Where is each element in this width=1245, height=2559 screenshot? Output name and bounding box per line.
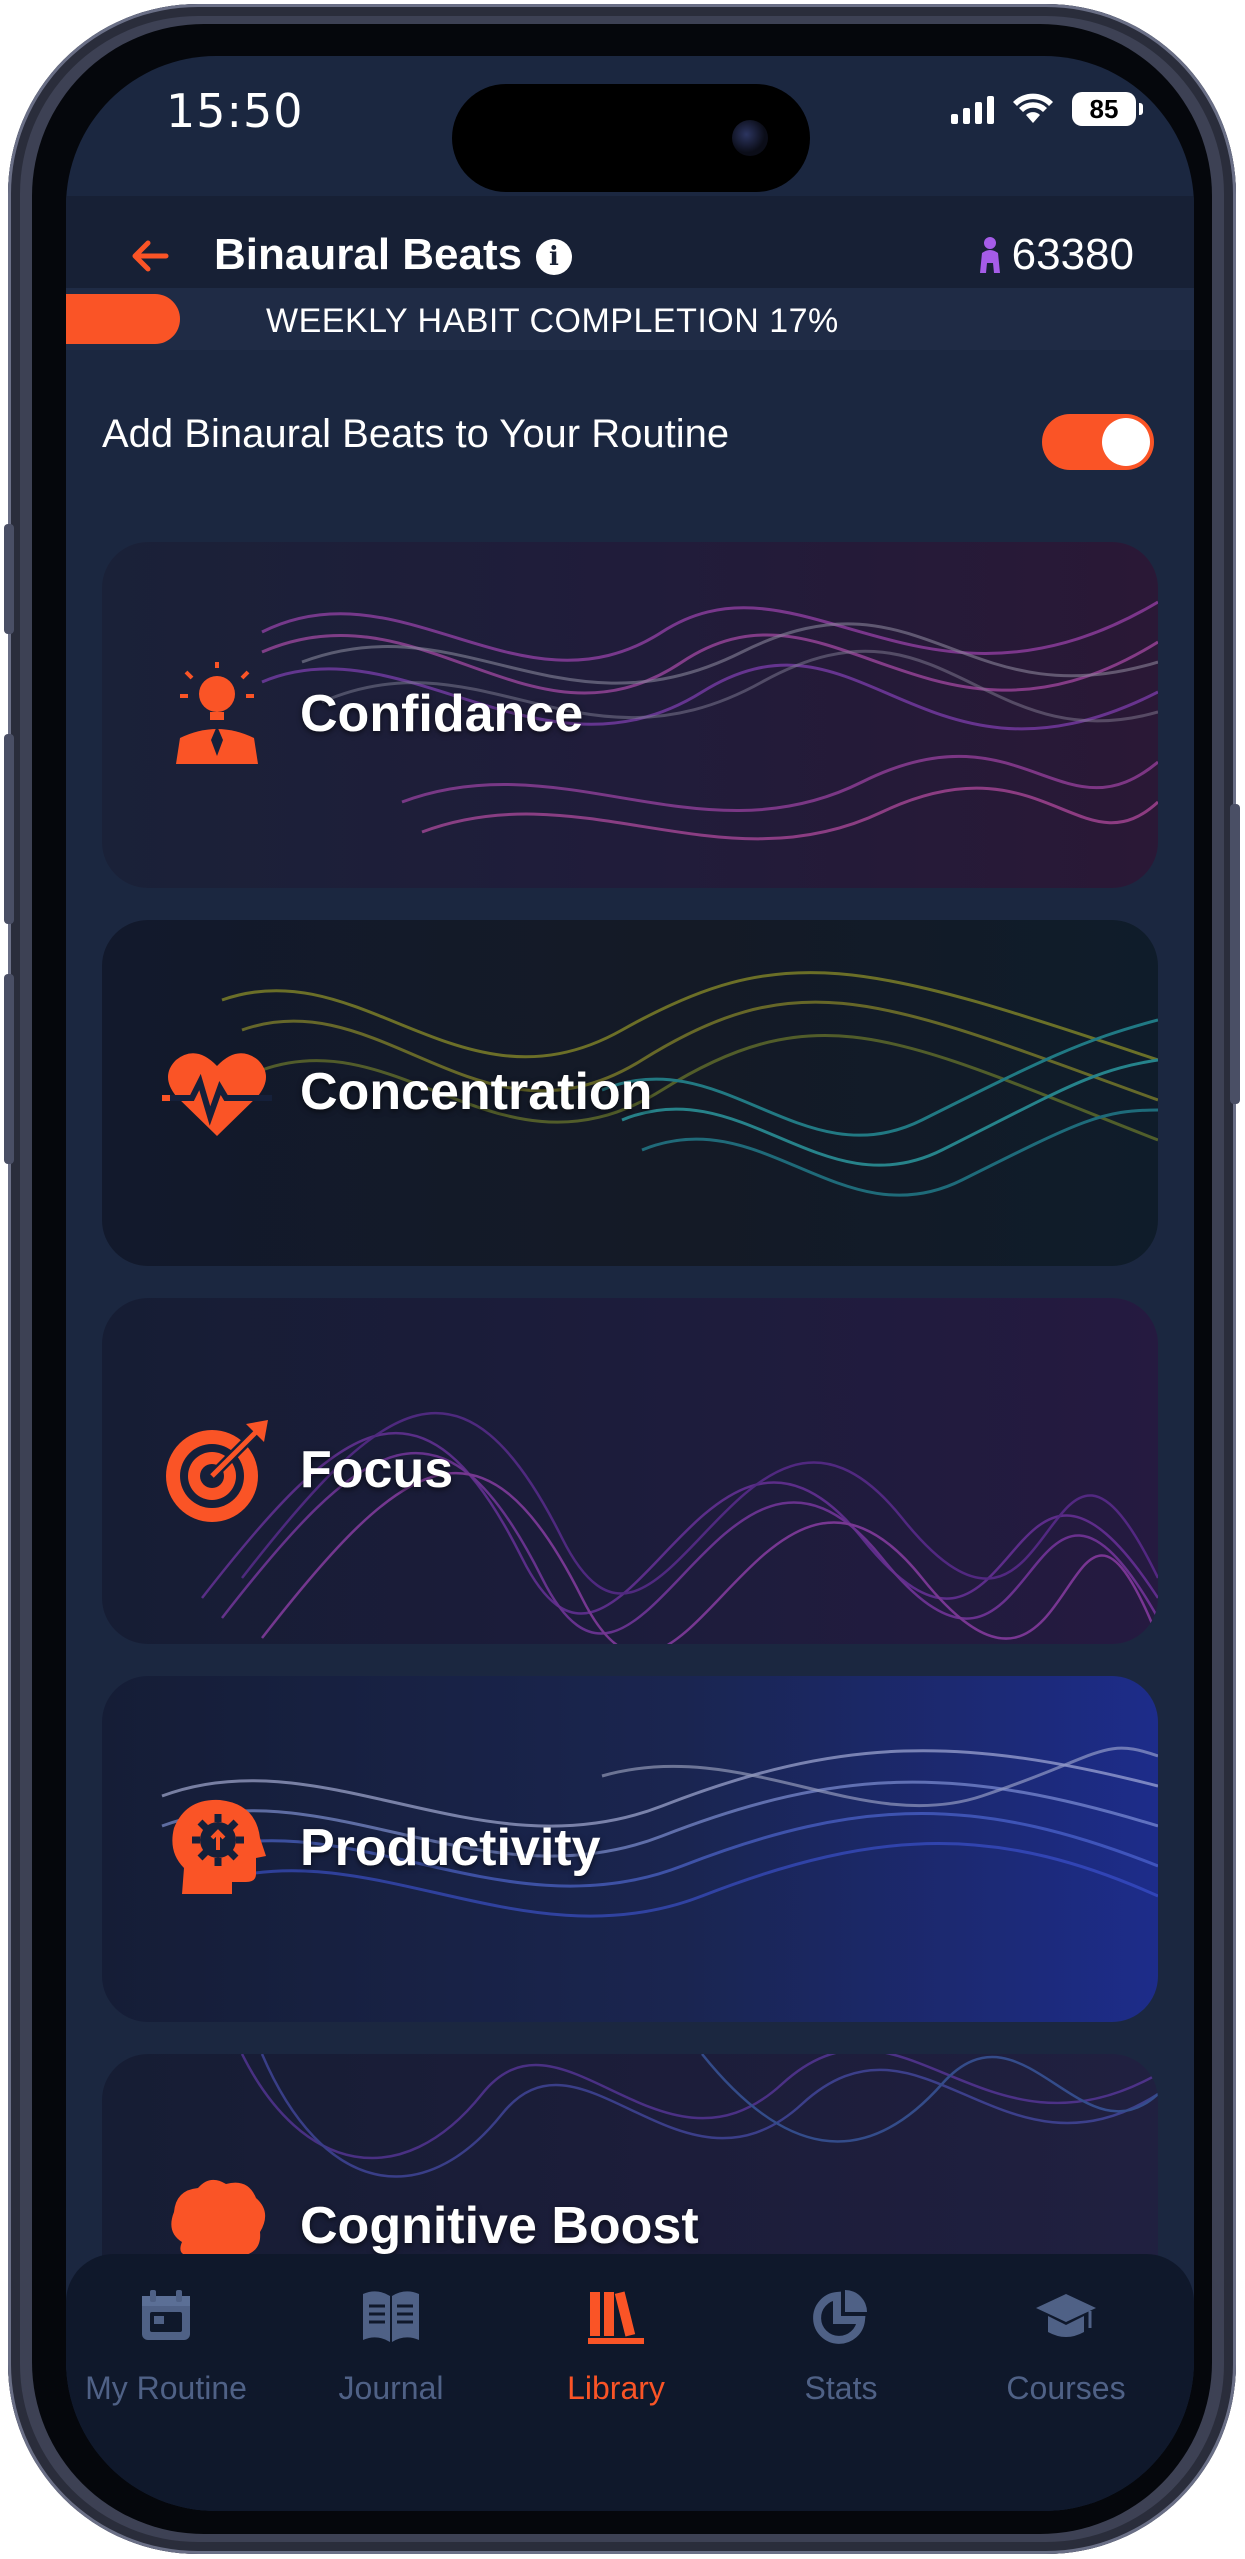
- tab-label: Courses: [1006, 2370, 1126, 2406]
- habit-progress: WEEKLY HABIT COMPLETION 17%: [66, 288, 1194, 350]
- card-focus[interactable]: Focus: [102, 1298, 1158, 1644]
- bottom-tab-bar: My Routine Journal Library Stats Courses: [66, 2254, 1194, 2511]
- back-arrow-icon[interactable]: [126, 232, 174, 280]
- routine-toggle-row: Add Binaural Beats to Your Routine: [66, 386, 1194, 476]
- page-title: Binaural Beats: [214, 230, 523, 279]
- battery-icon: 85: [1072, 92, 1143, 126]
- tab-label: Journal: [338, 2370, 444, 2406]
- card-label: Confidance: [300, 685, 584, 743]
- routine-toggle[interactable]: [1042, 414, 1154, 470]
- card-label: Concentration: [300, 1063, 653, 1121]
- habit-progress-label: WEEKLY HABIT COMPLETION 17%: [266, 302, 839, 340]
- tab-my-routine[interactable]: My Routine: [66, 2284, 266, 2407]
- tab-label: My Routine: [85, 2370, 247, 2406]
- library-icon: [588, 2291, 644, 2344]
- card-label: Focus: [300, 1441, 454, 1499]
- points-counter[interactable]: 63380: [976, 230, 1134, 280]
- card-productivity[interactable]: Productivity: [102, 1676, 1158, 2022]
- info-icon[interactable]: i: [536, 239, 572, 275]
- card-label: Cognitive Boost: [300, 2197, 699, 2255]
- card-confidance[interactable]: Confidance: [102, 542, 1158, 888]
- card-concentration[interactable]: Concentration: [102, 920, 1158, 1266]
- volume-down-button: [4, 974, 14, 1164]
- dynamic-island: [452, 84, 810, 192]
- person-icon: [979, 237, 1000, 273]
- heartbeat-icon: [162, 1053, 272, 1136]
- routine-label: Add Binaural Beats to Your Routine: [102, 412, 730, 456]
- points-value: 63380: [1011, 230, 1134, 279]
- leader-icon: [176, 662, 258, 764]
- status-icons: 85: [951, 92, 1143, 126]
- volume-up-button: [4, 734, 14, 924]
- card-label: Productivity: [300, 1819, 601, 1877]
- habit-progress-fill: [66, 294, 180, 344]
- wifi-icon: [1013, 93, 1053, 123]
- cellular-signal-icon: [951, 94, 994, 124]
- phone-frame: 15:50 85 Binaural Beats i 63380 WEEKLY H…: [4, 4, 1240, 2554]
- status-time: 15:50: [166, 84, 304, 138]
- power-button: [1230, 804, 1240, 1104]
- tab-label: Stats: [804, 2370, 878, 2406]
- graduation-cap-icon: [1036, 2294, 1096, 2337]
- book-icon: [363, 2291, 419, 2342]
- target-icon: [166, 1420, 268, 1522]
- screen: 15:50 85 Binaural Beats i 63380 WEEKLY H…: [66, 56, 1194, 2511]
- tab-journal[interactable]: Journal: [291, 2284, 491, 2407]
- tab-stats[interactable]: Stats: [741, 2284, 941, 2407]
- tab-library[interactable]: Library: [516, 2284, 716, 2407]
- action-button: [4, 524, 14, 634]
- tab-label: Library: [567, 2370, 665, 2406]
- gear-head-icon: [172, 1799, 266, 1894]
- pie-chart-icon: [813, 2290, 867, 2344]
- calendar-icon: [142, 2290, 190, 2340]
- tab-courses[interactable]: Courses: [966, 2284, 1166, 2407]
